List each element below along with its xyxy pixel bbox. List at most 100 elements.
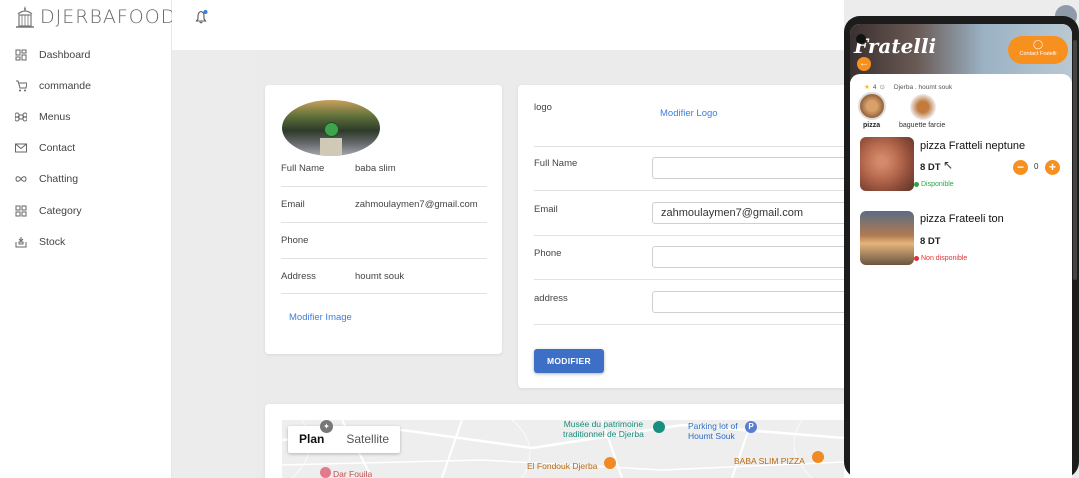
dashboard-grid-icon [15, 49, 27, 61]
modifier-button[interactable]: MODIFIER [534, 349, 604, 373]
notification-bell[interactable] [194, 9, 210, 30]
profile-fullname-label: Full Name [281, 163, 325, 174]
brand-name: DJERBAFOOD [40, 6, 177, 28]
contact-button[interactable]: ◯ Contact Fratelli [1008, 36, 1068, 64]
poi-parking[interactable]: Parking lot of Houmt Souk [688, 421, 738, 441]
divider [281, 293, 487, 294]
profile-image [282, 100, 380, 156]
rating-row: ★ 4 ⊙ Djerba . houmt souk [864, 83, 953, 92]
info-panel [850, 74, 1072, 478]
profile-email-label: Email [281, 199, 305, 210]
category-baguette[interactable] [910, 94, 936, 120]
category-label: pizza [863, 122, 881, 129]
mail-icon [15, 143, 27, 153]
divider [534, 279, 844, 280]
dish-name[interactable]: pizza Frateeli ton [920, 213, 1004, 225]
dish-status: Disponible [921, 181, 954, 188]
museum-pin-icon [653, 421, 665, 433]
profile-email-value: zahmoulaymen7@gmail.com [355, 199, 478, 210]
profile-fullname-value: baba slim [355, 163, 396, 174]
sidebar-item-label: Category [39, 205, 82, 217]
location-text: Djerba . houmt souk [893, 83, 953, 91]
rating-value: 4 [872, 83, 877, 91]
dish-image [860, 137, 914, 191]
poi-dar-fouila[interactable]: Dar Fouila [333, 469, 372, 478]
sidebar-item-stock[interactable]: Stock [15, 236, 65, 248]
bell-icon [195, 10, 208, 24]
tab-satellite[interactable]: Satellite [335, 426, 400, 453]
sidebar: DJERBAFOOD Dashboard commande Menus Cont… [0, 0, 175, 478]
category-label: baguette farcie [899, 122, 946, 129]
infinity-icon [15, 176, 27, 182]
arrow-left-icon: ← [859, 58, 869, 69]
dish-status: Non disponible [921, 255, 968, 262]
divider [281, 258, 487, 259]
camera-dot [856, 34, 866, 44]
profile-address-value: houmt souk [355, 271, 405, 282]
sidebar-item-label: commande [39, 80, 91, 92]
stock-box-icon [15, 237, 27, 248]
fullname-input[interactable] [652, 157, 852, 179]
dish-price: 8 DT [920, 236, 941, 247]
phone-input[interactable] [652, 246, 852, 268]
mouse-cursor-icon: ↖ [943, 158, 954, 172]
dish-name[interactable]: pizza Fratteli neptune [920, 140, 1025, 152]
sidebar-item-label: Menus [39, 111, 71, 123]
sidebar-item-commande[interactable]: commande [15, 80, 91, 92]
category-grid-icon [15, 205, 27, 217]
sidebar-item-chatting[interactable]: Chatting [15, 173, 78, 185]
restaurant-sign: Fratelli [854, 34, 937, 58]
poi-el-fondouk[interactable]: El Fondouk Djerba [527, 461, 597, 471]
restaurant-pin-icon [604, 457, 616, 469]
form-phone-label: Phone [534, 248, 562, 259]
poi-musee[interactable]: Musée du patrimoine traditionnel de Djer… [563, 419, 644, 439]
sidebar-item-label: Chatting [39, 173, 79, 185]
edit-form-card [518, 85, 858, 388]
sidebar-item-category[interactable]: Category [15, 205, 82, 217]
profile-address-label: Address [281, 271, 316, 282]
divider [534, 324, 844, 325]
status-dot-icon [914, 256, 919, 261]
divider [534, 235, 844, 236]
category-pizza[interactable] [858, 92, 886, 120]
logo-icon [16, 6, 34, 28]
phone-scroll-indicator [1073, 40, 1077, 280]
sidebar-item-menus[interactable]: Menus [15, 111, 71, 123]
address-input[interactable] [652, 291, 852, 313]
map-marker-icon: ✦ [320, 420, 333, 433]
dish-price: 8 DT [920, 162, 941, 173]
divider [534, 146, 844, 147]
sidebar-item-label: Stock [39, 236, 66, 248]
sidebar-item-label: Dashboard [39, 49, 91, 61]
phone-screen: Fratelli ← ◯ Contact Fratelli ★ 4 ⊙ Djer… [850, 24, 1072, 478]
increase-quantity-button[interactable]: + [1045, 160, 1060, 175]
sidebar-item-dashboard[interactable]: Dashboard [15, 49, 90, 61]
star-icon: ★ [864, 84, 870, 91]
modify-image-link[interactable]: Modifier Image [289, 312, 352, 323]
parking-pin-icon: P [745, 421, 757, 433]
location-pin-icon: ⊙ [879, 84, 885, 91]
dish-image [860, 211, 914, 265]
sidebar-item-label: Contact [39, 142, 76, 154]
contact-button-label: Contact Fratelli [1019, 51, 1057, 57]
form-address-label: address [534, 293, 568, 304]
chat-bubble-icon: ◯ [1032, 39, 1044, 49]
poi-baba-slim-pizza[interactable]: BABA SLIM PIZZA [734, 456, 805, 466]
command-icon [15, 112, 27, 122]
cart-icon [16, 80, 27, 92]
email-input[interactable] [652, 202, 852, 224]
divider [281, 222, 487, 223]
divider [534, 190, 844, 191]
modify-logo-link[interactable]: Modifier Logo [660, 108, 718, 119]
decrease-quantity-button[interactable]: − [1013, 160, 1028, 175]
divider [281, 186, 487, 187]
quantity-value: 0 [1034, 162, 1039, 171]
restaurant-pin-icon [812, 451, 824, 463]
sidebar-item-contact[interactable]: Contact [15, 142, 75, 154]
form-fullname-label: Full Name [534, 158, 578, 169]
form-logo-label: logo [534, 102, 552, 113]
map-type-tabs: Plan Satellite [288, 426, 401, 453]
status-dot-icon [914, 182, 919, 187]
app-logo[interactable]: DJERBAFOOD [14, 4, 176, 30]
back-button[interactable]: ← [857, 57, 871, 71]
